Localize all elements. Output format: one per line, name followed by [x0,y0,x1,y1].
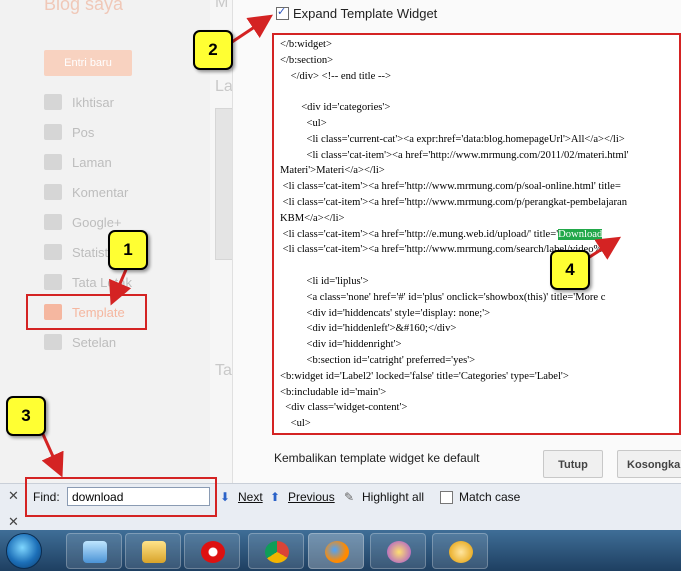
callout-3: 3 [6,396,46,436]
callout-2: 2 [193,30,233,70]
highlight-template-box [26,294,147,330]
highlight-find-box [25,477,217,517]
callout-4: 4 [550,250,590,290]
callout-1: 1 [108,230,148,270]
arrow-4 [587,236,622,260]
arrow-3 [40,431,64,478]
arrow-2 [231,14,273,44]
